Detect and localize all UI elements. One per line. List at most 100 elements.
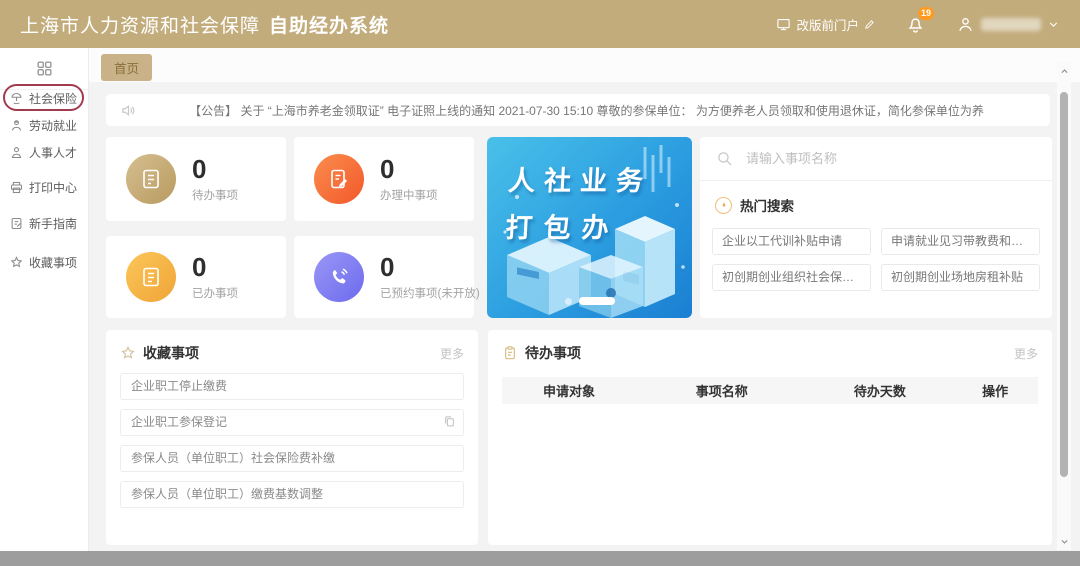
speaker-icon (120, 102, 137, 119)
banner-text: 人社业务 打包办 (505, 159, 654, 245)
app-title: 上海市人力资源和社会保障 自助经办系统 (20, 11, 389, 38)
bottom-window-edge (0, 551, 1080, 566)
hot-search-grid: 企业以工代训补贴申请 申请就业见习带教费和生活费 初创期创业组织社会保险费...… (700, 218, 1052, 291)
person-icon (9, 145, 24, 160)
monitor-icon (776, 17, 791, 32)
hot-search-title: 热门搜索 (740, 195, 794, 215)
printer-icon (9, 180, 24, 195)
search-row (700, 137, 1052, 181)
vertical-scrollbar[interactable] (1057, 62, 1071, 550)
todo-table-header: 申请对象 事项名称 待办天数 操作 (502, 377, 1038, 404)
sidebar-item-favorites[interactable]: 收藏事项 (9, 253, 77, 271)
umbrella-protection-icon (9, 91, 24, 106)
favorites-more-link[interactable]: 更多 (440, 345, 464, 362)
sidebar-item-label: 劳动就业 (29, 117, 77, 134)
carousel-dot[interactable] (565, 298, 572, 305)
stat-card-completed[interactable]: 0 已办事项 (106, 236, 286, 318)
todo-title: 待办事项 (525, 343, 581, 363)
sidebar-item-print-center[interactable]: 打印中心 (9, 178, 77, 196)
stat-label: 已预约事项(未开放) (380, 285, 480, 301)
chevron-down-icon (1047, 18, 1060, 31)
sidebar-item-hr-talent[interactable]: 人事人才 (9, 143, 77, 161)
stat-card-pending[interactable]: 0 待办事项 (106, 137, 286, 221)
favorites-header: 收藏事项 更多 (106, 330, 478, 373)
sidebar-item-social-insurance[interactable]: 社会保险 (9, 89, 77, 107)
favorites-panel: 收藏事项 更多 企业职工停止缴费 企业职工参保登记 参保人员（单位职工）社会保险… (106, 330, 478, 545)
hot-search-item[interactable]: 企业以工代训补贴申请 (712, 228, 871, 255)
flame-icon (715, 197, 732, 214)
column-header-applicant: 申请对象 (502, 381, 636, 400)
stat-label: 待办事项 (192, 187, 238, 203)
sidebar-item-label: 人事人才 (29, 144, 77, 161)
sidebar: 社会保险 劳动就业 人事人才 打印中心 (0, 48, 89, 551)
sidebar-item-beginner-guide[interactable]: 新手指南 (9, 214, 77, 232)
clipboard-icon (502, 345, 518, 361)
sidebar-item-label: 打印中心 (29, 179, 77, 196)
banner-line2: 打包办 (505, 206, 651, 245)
search-input[interactable] (746, 151, 1036, 166)
todo-table-empty-body (488, 404, 1052, 554)
announcement-bar: 【公告】 关于 “上海市养老金领取证” 电子证照上线的通知 2021-07-30… (106, 94, 1050, 126)
notification-badge: 19 (918, 7, 934, 20)
todo-panel: 待办事项 更多 申请对象 事项名称 待办天数 操作 (488, 330, 1052, 545)
announcement-text[interactable]: 【公告】 关于 “上海市养老金领取证” 电子证照上线的通知 2021-07-30… (137, 102, 1036, 119)
copy-document-icon[interactable] (443, 415, 456, 428)
stat-value: 0 (192, 253, 238, 282)
pencil-icon (864, 19, 875, 30)
guide-document-icon (9, 216, 24, 231)
pending-list-icon (126, 154, 176, 204)
hot-search-item[interactable]: 初创期创业场地房租补贴 (881, 264, 1040, 291)
star-outline-icon (120, 345, 136, 361)
column-header-pending-days: 待办天数 (808, 381, 953, 400)
search-icon (716, 150, 733, 167)
apps-menu-button[interactable] (0, 48, 88, 90)
worker-icon (9, 118, 24, 133)
hot-search-item[interactable]: 初创期创业组织社会保险费... (712, 264, 871, 291)
sidebar-item-label: 收藏事项 (29, 254, 77, 271)
document-icon (126, 252, 176, 302)
favorite-item[interactable]: 参保人员（单位职工）社会保险费补缴 (120, 445, 464, 472)
old-portal-link[interactable]: 改版前门户 (776, 15, 875, 34)
scroll-down-arrow[interactable] (1057, 534, 1071, 548)
favorites-title: 收藏事项 (143, 343, 199, 363)
old-portal-label: 改版前门户 (796, 15, 859, 34)
todo-more-link[interactable]: 更多 (1014, 345, 1038, 362)
user-menu[interactable] (956, 15, 1060, 34)
stat-card-in-progress[interactable]: 0 办理中事项 (294, 137, 474, 221)
apps-grid-icon (35, 59, 54, 78)
search-panel: 热门搜索 企业以工代训补贴申请 申请就业见习带教费和生活费 初创期创业组织社会保… (700, 137, 1052, 318)
todo-header: 待办事项 更多 (488, 330, 1052, 373)
scrollbar-thumb[interactable] (1060, 92, 1068, 477)
carousel-indicators (565, 297, 615, 305)
header-actions: 改版前门户 19 (776, 14, 1060, 35)
scroll-up-arrow[interactable] (1057, 64, 1071, 78)
app-title-bold: 自助经办系统 (269, 11, 389, 38)
stat-label: 已办事项 (192, 285, 238, 301)
phone-icon (314, 252, 364, 302)
promo-banner[interactable]: 人社业务 打包办 (487, 137, 692, 318)
stat-card-reserved[interactable]: 0 已预约事项(未开放) (294, 236, 474, 318)
star-icon (9, 255, 24, 270)
stat-label: 办理中事项 (380, 187, 438, 203)
favorite-item[interactable]: 企业职工停止缴费 (120, 373, 464, 400)
favorite-item[interactable]: 企业职工参保登记 (120, 409, 464, 436)
stat-value: 0 (192, 155, 238, 184)
hot-search-item[interactable]: 申请就业见习带教费和生活费 (881, 228, 1040, 255)
banner-line1: 人社业务 (507, 159, 653, 198)
sidebar-item-label: 新手指南 (29, 215, 77, 232)
user-name-redacted (981, 18, 1041, 31)
app-title-regular: 上海市人力资源和社会保障 (20, 11, 260, 38)
favorite-item-label: 企业职工参保登记 (131, 415, 227, 429)
user-icon (956, 15, 975, 34)
carousel-active-indicator[interactable] (579, 297, 615, 305)
tab-home[interactable]: 首页 (101, 54, 152, 81)
app-window: 上海市人力资源和社会保障 自助经办系统 改版前门户 (0, 0, 1080, 566)
stat-value: 0 (380, 155, 438, 184)
stat-value: 0 (380, 253, 480, 282)
tab-bar: 首页 (89, 48, 1080, 82)
sidebar-item-employment[interactable]: 劳动就业 (9, 116, 77, 134)
edit-document-icon (314, 154, 364, 204)
favorite-item[interactable]: 参保人员（单位职工）缴费基数调整 (120, 481, 464, 508)
column-header-actions: 操作 (952, 381, 1038, 400)
notifications-button[interactable]: 19 (905, 14, 926, 35)
